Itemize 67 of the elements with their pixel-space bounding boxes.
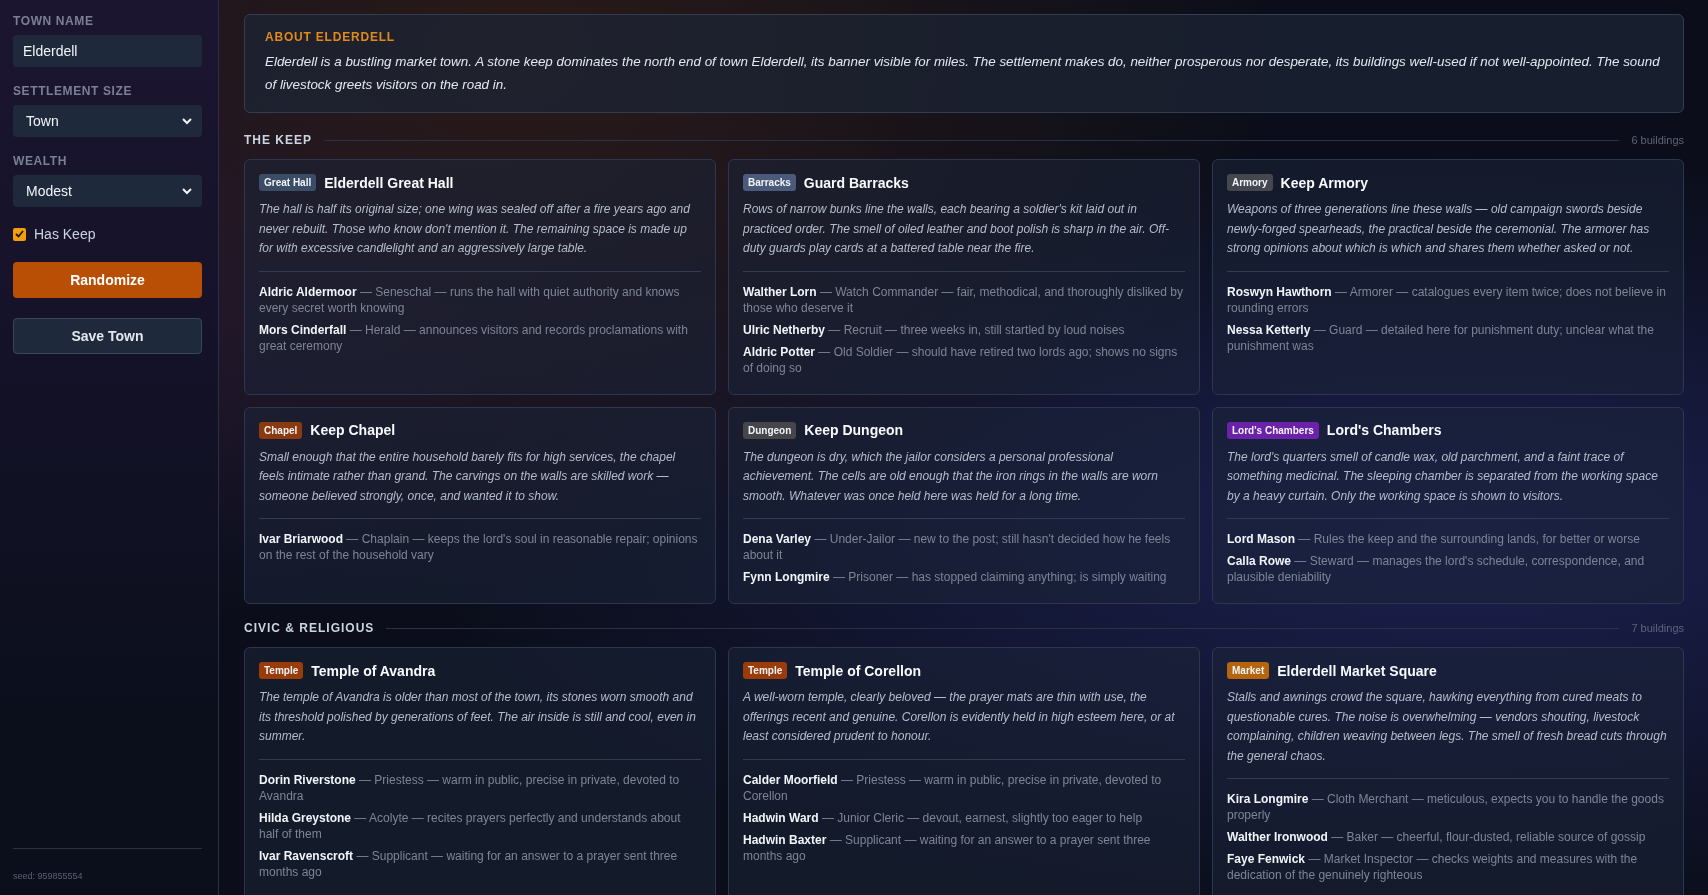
resident-entry: Nessa Ketterly — Guard — detailed here for punishment duty; unclear what the punishment was xyxy=(1227,321,1655,354)
building-description: Rows of narrow bunks line the walls, each bearing a soldier's kit laid out in practiced order. The smell of oiled leather and boot polish is sharp in the air. Off-duty guards play cards at a battered table near the fire. xyxy=(743,200,1185,272)
field-label: WEALTH xyxy=(13,154,69,168)
about-title: ABOUT ELDERDELL xyxy=(265,30,396,44)
building-name: Temple of Avandra xyxy=(311,662,436,679)
select-dropdown[interactable]: Modest xyxy=(13,175,202,207)
text-field[interactable]: Elderdell xyxy=(13,35,202,67)
building-description: The lord's quarters smell of candle wax, old parchment, and a faint trace of something medicinal. The sleeping chamber is separated from the working space by a heavy curtain. Only the working space is shown to visitors. xyxy=(1227,447,1669,519)
building-count: 7 buildings xyxy=(1631,622,1684,634)
building-description: The dungeon is dry, which the jailor considers a personal professional achievement. The cells are old enough that the iron rings in the walls are worn smooth. Whatever was once held here was held for a long time. xyxy=(743,447,1185,519)
building-type-tag: Armory xyxy=(1227,174,1273,191)
resident-entry: Fynn Longmire — Prisoner — has stopped claiming anything; is simply waiting xyxy=(743,569,1168,585)
building-name: Lord's Chambers xyxy=(1326,422,1442,438)
building-name: Keep Armory xyxy=(1280,174,1368,191)
resident-entry: Ivar Briarwood — Chaplain — keeps the lord's soul in reasonable repair; opinions on the rest of the household vary xyxy=(259,531,699,563)
select-dropdown[interactable]: Town xyxy=(13,105,202,137)
resident-entry: Hilda Greystone — Acolyte — recites prayers perfectly and understands about half of them xyxy=(259,809,682,842)
building-name: Keep Chapel xyxy=(310,422,396,438)
building-type-tag: Temple xyxy=(743,662,788,679)
resident-entry: Aldric Potter — Old Soldier — should have retired two lords ago; shows no signs of doing so xyxy=(743,343,1179,376)
resident-entry: Walther Lorn — Watch Commander — fair, methodical, and thoroughly disliked by those who deserve it xyxy=(743,283,1184,316)
resident-entry: Lord Mason — Rules the keep and the surrounding lands, for better or worse xyxy=(1227,531,1641,547)
about-text: Elderdell is a bustling market town. A stone keep dominates the north end of town Elderdell, its banner visible for miles. The settlement makes do, neither prosperous nor desperate, its buildings well-used if not well-appointed. The sound of livestock greets visitors on the road in. xyxy=(265,53,1661,94)
building-description: Small enough that the entire household barely fits for high services, the chapel feels intimate rather than grand. The carvings on the walls are skilled work — someone believed strongly, once, and wanted it to show. xyxy=(259,447,701,519)
resident-entry: Dena Varley — Under-Jailor — new to the post; still hasn't decided how he feels about it xyxy=(743,531,1172,563)
building-description: A well-worn temple, clearly beloved — the prayer mats are thin with use, the offerings recent and genuine. Corellon is evidently held in high esteem here, or at least considered prudent to honour. xyxy=(743,688,1185,760)
building-name: Keep Dungeon xyxy=(804,422,904,438)
resident-entry: Calder Moorfield — Priestess — warm in public, precise in private, devoted to Corellon xyxy=(743,771,1163,804)
resident-entry: Calla Rowe — Steward — manages the lord's schedule, correspondence, and plausible deniability xyxy=(1227,553,1646,585)
resident-entry: Roswyn Hawthorn — Armorer — catalogues every item twice; does not believe in rounding errors xyxy=(1227,283,1667,316)
checkbox[interactable] xyxy=(13,227,26,241)
chevron-down-icon xyxy=(182,187,192,195)
building-description: The hall is half its original size; one wing was sealed off after a fire years ago and never rebuilt. Those who know don't mention it. The remaining space is made up for with excessive candlelight and an aggressively large table. xyxy=(259,200,701,272)
resident-entry: Ulric Netherby — Recruit — three weeks in, still startled by loud noises xyxy=(743,321,1126,338)
field-label: TOWN NAME xyxy=(13,14,95,28)
building-count: 6 buildings xyxy=(1631,134,1684,146)
resident-entry: Walther Ironwood — Baker — cheerful, flour-dusted, reliable source of gossip xyxy=(1227,829,1647,845)
chevron-down-icon xyxy=(182,117,192,125)
resident-entry: Hadwin Baxter — Supplicant — waiting for an answer to a prayer sent three months ago xyxy=(743,831,1152,864)
resident-entry: Kira Longmire — Cloth Merchant — meticulous, expects you to handle the goods properly xyxy=(1227,791,1665,823)
section-title: CIVIC & RELIGIOUS xyxy=(244,621,375,635)
building-type-tag: Market xyxy=(1227,662,1270,679)
resident-entry: Ivar Ravenscroft — Supplicant — waiting for an answer to a prayer sent three months ago xyxy=(259,847,679,880)
building-type-tag: Great Hall xyxy=(259,174,317,191)
building-description: Weapons of three generations line these walls — old campaign swords beside newly-forged spearheads, the practical beside the ceremonial. The armorer has strong opinions about which is which and shares them whether asked or not. xyxy=(1227,200,1669,272)
building-name: Elderdell Great Hall xyxy=(324,174,454,191)
section-title: THE KEEP xyxy=(244,133,312,147)
resident-entry: Mors Cinderfall — Herald — announces visitors and records proclamations with great ceremony xyxy=(259,321,689,354)
field-label: SETTLEMENT SIZE xyxy=(13,84,133,98)
building-type-tag: Dungeon xyxy=(743,421,797,439)
building-description: Stalls and awnings crowd the square, hawking everything from cured meats to questionable cures. The noise is overwhelming — vendors shouting, livestock complaining, children weaving between legs. The smell of fresh bread cuts through the general chaos. xyxy=(1227,688,1669,779)
resident-entry: Faye Fenwick — Market Inspector — checks weights and measures with the dedication of the genuinely righteous xyxy=(1227,851,1639,883)
seed-text: seed: 959855554 xyxy=(13,871,84,881)
building-type-tag: Lord's Chambers xyxy=(1227,421,1319,439)
save-button[interactable]: Save Town xyxy=(13,318,202,354)
checkbox-label: Has Keep xyxy=(34,226,96,242)
building-name: Elderdell Market Square xyxy=(1277,662,1437,679)
building-type-tag: Temple xyxy=(259,662,304,679)
resident-entry: Aldric Aldermoor — Seneschal — runs the hall with quiet authority and knows every secret worth knowing xyxy=(259,283,681,316)
randomize-button[interactable]: Randomize xyxy=(13,262,202,298)
building-name: Guard Barracks xyxy=(803,174,909,191)
building-type-tag: Barracks xyxy=(743,174,796,191)
building-name: Temple of Corellon xyxy=(795,662,922,679)
building-type-tag: Chapel xyxy=(259,421,303,439)
resident-entry: Dorin Riverstone — Priestess — warm in public, precise in private, devoted to Avandra xyxy=(259,771,681,804)
resident-entry: Hadwin Ward — Junior Cleric — devout, earnest, slightly too eager to help xyxy=(743,809,1144,826)
building-description: The temple of Avandra is older than most of the town, its stones worn smooth and its threshold polished by generations of feet. The air inside is still and cool, even in summer. xyxy=(259,688,701,760)
